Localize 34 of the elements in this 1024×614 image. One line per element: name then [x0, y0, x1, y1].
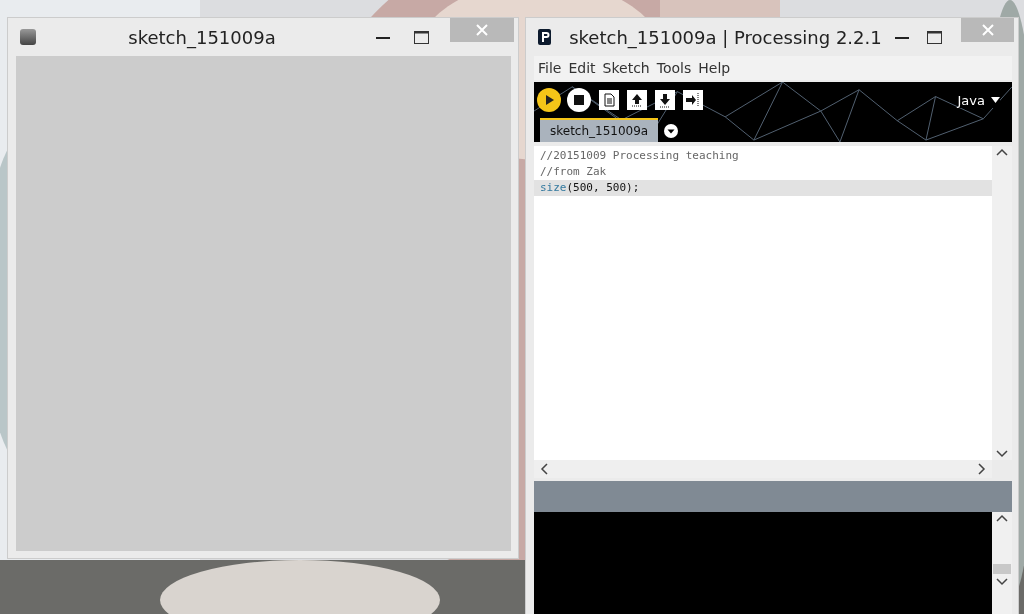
menu-item[interactable]: Edit: [568, 60, 596, 76]
export-button[interactable]: [683, 90, 703, 110]
stop-button[interactable]: [567, 88, 591, 112]
file-tab[interactable]: sketch_151009a: [540, 118, 659, 142]
save-button[interactable]: [655, 90, 675, 110]
code-line: //from Zak: [539, 164, 608, 180]
app-icon: [538, 29, 552, 45]
document-icon: [601, 92, 617, 108]
open-button[interactable]: [627, 90, 647, 110]
play-icon: [543, 94, 555, 106]
code-line: //20151009 Processing teaching: [539, 148, 740, 164]
scroll-up-icon[interactable]: [996, 148, 1008, 156]
caret-icon: [991, 97, 1000, 103]
app-icon: [20, 29, 36, 45]
upload-arrow-icon: [629, 92, 645, 108]
menu-item[interactable]: Tools: [656, 60, 692, 76]
run-button[interactable]: [537, 88, 561, 112]
scroll-right-icon[interactable]: [978, 463, 986, 475]
close-icon: [981, 24, 994, 36]
close-icon: [476, 24, 488, 36]
scroll-down-icon[interactable]: [996, 450, 1008, 458]
menu-item[interactable]: Help: [698, 60, 731, 76]
scroll-up-icon[interactable]: [996, 514, 1008, 522]
download-arrow-icon: [657, 92, 673, 108]
new-button[interactable]: [599, 90, 619, 110]
menu-item[interactable]: Sketch: [602, 60, 650, 76]
scroll-down-icon[interactable]: [996, 578, 1008, 586]
scrollbar-thumb[interactable]: [993, 564, 1011, 574]
menu-item[interactable]: File: [538, 60, 562, 76]
window-title: sketch_151009a | Processing 2.2.1: [568, 26, 882, 48]
export-arrow-icon: [685, 92, 701, 108]
window-title: sketch_151009a: [127, 26, 277, 48]
scroll-left-icon[interactable]: [540, 463, 548, 475]
stop-icon: [574, 95, 584, 105]
